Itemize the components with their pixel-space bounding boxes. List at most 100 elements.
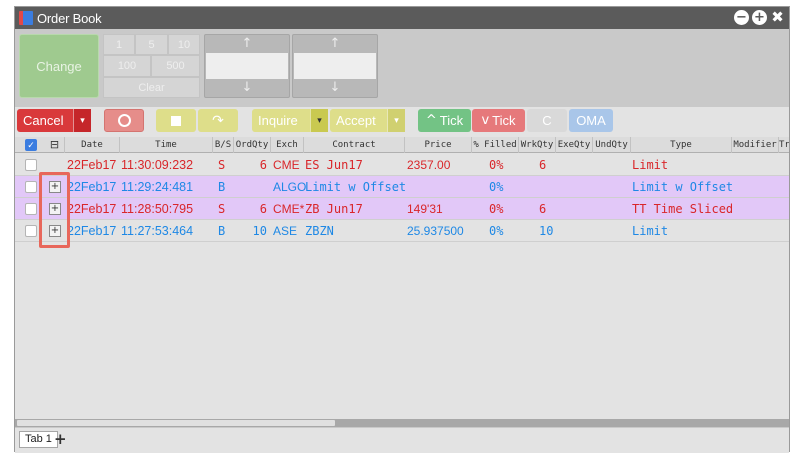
qty-button-100[interactable]: 100	[103, 55, 151, 77]
cell-time: 11:27:53:464	[121, 224, 194, 238]
table-row[interactable]: +22Feb17 11:29:24:481 B ALGO Limit w Offset 0…	[15, 176, 789, 198]
column-header[interactable]: Date	[65, 137, 120, 153]
cell-ordqty: 10	[252, 224, 267, 238]
cell-exch: CME	[273, 158, 300, 172]
cell-exch: ASE	[273, 224, 298, 238]
column-header[interactable]: UndQty	[593, 137, 631, 153]
close-icon[interactable]: ✖	[770, 10, 785, 25]
arrow-down-icon[interactable]: ↓	[205, 79, 289, 97]
price-field-2[interactable]	[294, 53, 376, 79]
tab-bar: Tab 1 +	[15, 427, 789, 453]
clear-button[interactable]: Clear	[103, 77, 200, 98]
arrow-down-icon[interactable]: ↓	[293, 79, 377, 97]
quantity-buttons: 1 5 10 100 500 Clear	[103, 34, 200, 98]
price-column-1: ↑ ↓	[204, 34, 290, 98]
order-toolbar: Cancel ▾ ↷ Inquire ▾ Accept ▾ ^ Tick v T…	[15, 107, 789, 137]
cell-undqty	[593, 220, 631, 242]
row-checkbox[interactable]	[25, 225, 37, 237]
tab-1[interactable]: Tab 1	[19, 431, 58, 448]
cell-exeqty	[556, 154, 593, 176]
select-all-checkbox[interactable]: ✓	[25, 139, 37, 151]
cell-type: TT Time Sliced	[632, 202, 732, 216]
cell-type: Limit	[632, 158, 669, 172]
cell-exch: ALGO	[273, 180, 307, 194]
column-header[interactable]: Exch	[271, 137, 304, 153]
table-row[interactable]: +22Feb17 11:27:53:464 B 10 ASE ZBZN 25.937500 0…	[15, 220, 789, 242]
change-button[interactable]: Change	[19, 34, 99, 98]
hold-button[interactable]	[156, 109, 196, 132]
cancel-button[interactable]: Cancel ▾	[17, 109, 91, 132]
order-grid: ✓ ⊟ Date Time B/S OrdQty Exch Contract P…	[15, 137, 789, 419]
cell-time: 11:28:50:795	[121, 202, 194, 216]
horizontal-scrollbar[interactable]	[15, 419, 789, 427]
cell-time: 11:30:09:232	[121, 158, 194, 172]
cell-filled: 0%	[489, 202, 504, 216]
accept-label: Accept	[336, 113, 376, 128]
qty-button-10[interactable]: 10	[168, 34, 200, 55]
cell-price: 25.937500	[407, 224, 464, 238]
cell-filled: 0%	[489, 158, 504, 172]
column-header[interactable]: % Filled	[472, 137, 519, 153]
scrollbar-thumb[interactable]	[17, 420, 335, 426]
maximize-icon[interactable]: +	[752, 10, 767, 25]
cell-price: 2357.00	[407, 158, 451, 172]
minimize-icon[interactable]: −	[734, 10, 749, 25]
cell-price	[407, 176, 473, 198]
cell-date: 22Feb17	[67, 202, 117, 216]
cell-date: 22Feb17	[67, 224, 117, 238]
tick-up-button[interactable]: ^ Tick	[418, 109, 471, 132]
column-header[interactable]: Contract	[304, 137, 405, 153]
cell-type: Limit	[632, 224, 669, 238]
price-field-1[interactable]	[206, 53, 288, 79]
chevron-down-icon[interactable]: ▾	[387, 109, 405, 132]
chevron-down-icon[interactable]: ▾	[310, 109, 328, 132]
cell-exeqty	[556, 220, 593, 242]
column-header[interactable]: Type	[631, 137, 732, 153]
qty-button-1[interactable]: 1	[103, 34, 135, 55]
chevron-down-icon: v	[481, 113, 490, 128]
column-header[interactable]: Tr	[779, 137, 789, 153]
cell-bs: S	[218, 158, 226, 172]
table-row[interactable]: +22Feb17 11:28:50:795 S 6 CME* ZB Jun17 149'31…	[15, 198, 789, 220]
qty-button-500[interactable]: 500	[151, 55, 200, 77]
add-tab-icon[interactable]: +	[54, 430, 67, 448]
arrow-up-icon[interactable]: ↑	[205, 35, 289, 53]
column-header[interactable]: Time	[120, 137, 213, 153]
trade-panel: Change 1 5 10 100 500 Clear ↑ ↓ ↑ ↓	[15, 29, 789, 107]
collapse-all-icon[interactable]: ⊟	[45, 137, 65, 153]
cell-ordqty: 6	[259, 158, 267, 172]
column-header[interactable]: Modifier	[732, 137, 779, 153]
forward-button[interactable]: ↷	[198, 109, 238, 132]
arrow-up-icon[interactable]: ↑	[293, 35, 377, 53]
column-header[interactable]: ExeQty	[556, 137, 593, 153]
row-checkbox[interactable]	[25, 181, 37, 193]
history-button[interactable]	[104, 109, 144, 132]
tick-down-button[interactable]: v Tick	[472, 109, 525, 132]
column-header[interactable]: Price	[405, 137, 472, 153]
refresh-button[interactable]: C	[527, 109, 567, 132]
oma-button[interactable]: OMA	[569, 109, 613, 132]
app-icon	[19, 11, 33, 25]
cell-undqty	[593, 198, 631, 220]
cell-exeqty	[556, 176, 593, 198]
title-bar[interactable]: Order Book − + ✖	[15, 7, 789, 29]
cell-contract: ZBZN	[305, 224, 334, 238]
chevron-down-icon[interactable]: ▾	[73, 109, 91, 132]
chevron-up-icon: ^	[425, 113, 437, 128]
cell-undqty	[593, 176, 631, 198]
expander-highlight	[39, 172, 70, 248]
accept-button[interactable]: Accept ▾	[330, 109, 405, 132]
row-checkbox[interactable]	[25, 159, 37, 171]
table-row[interactable]: 22Feb17 11:30:09:232 S 6 CME ES Jun17 2357.00 0…	[15, 154, 789, 176]
column-header[interactable]: OrdQty	[234, 137, 271, 153]
inquire-button[interactable]: Inquire ▾	[252, 109, 328, 132]
column-header[interactable]: WrkQty	[519, 137, 556, 153]
qty-button-5[interactable]: 5	[135, 34, 168, 55]
column-header[interactable]: B/S	[213, 137, 234, 153]
cell-time: 11:29:24:481	[121, 180, 194, 194]
order-book-window: Order Book − + ✖ Change 1 5 10 100 500 C…	[14, 6, 790, 453]
row-checkbox[interactable]	[25, 203, 37, 215]
cell-date: 22Feb17	[67, 180, 117, 194]
cell-contract: ZB Jun17	[305, 202, 363, 216]
cell-ordqty: 6	[259, 202, 267, 216]
